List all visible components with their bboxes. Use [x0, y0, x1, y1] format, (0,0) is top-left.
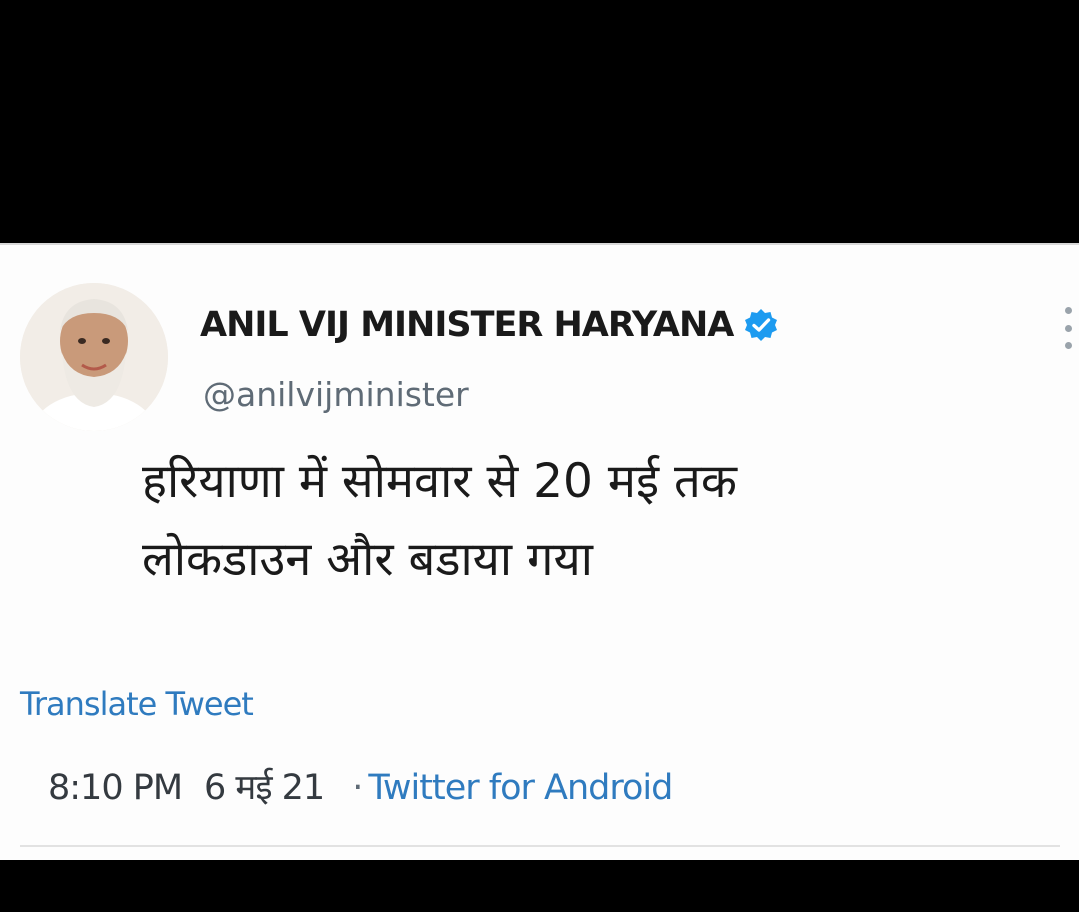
tweet-card: ANIL VIJ MINISTER HARYANA @anilvijminist…	[0, 243, 1079, 860]
more-dot	[1064, 324, 1072, 332]
translate-tweet-link[interactable]: Translate Tweet	[20, 685, 254, 723]
display-name-text: ANIL VIJ MINISTER HARYANA	[200, 305, 734, 345]
more-dot	[1064, 342, 1072, 349]
tweet-text-line-1: हरियाणा में सोमवार से 20 मई तक	[142, 454, 737, 509]
avatar-portrait-icon	[20, 283, 168, 431]
more-dot	[1064, 307, 1072, 314]
bottom-black-band	[0, 860, 1079, 912]
display-name[interactable]: ANIL VIJ MINISTER HARYANA	[200, 305, 779, 345]
avatar[interactable]	[20, 283, 168, 431]
tweet-text: हरियाणा में सोमवार से 20 मई तक लोकडाउन औ…	[142, 443, 1042, 599]
meta-separator: ·	[352, 768, 363, 808]
tweet-metadata: 8:10 PM 6 मई 21 · Twitter for Android	[48, 763, 673, 810]
tweet-date: 6 मई 21	[204, 768, 325, 808]
tweet-time: 8:10 PM	[48, 768, 183, 808]
divider	[20, 845, 1060, 847]
tweet-text-line-2: लोकडाउन और बडाया गया	[142, 532, 593, 587]
top-black-band	[0, 0, 1079, 243]
user-handle[interactable]: @anilvijminister	[203, 375, 469, 414]
verified-badge-icon	[743, 307, 779, 343]
tweet-source-link[interactable]: Twitter for Android	[368, 768, 673, 808]
more-options-icon[interactable]	[1061, 307, 1075, 349]
